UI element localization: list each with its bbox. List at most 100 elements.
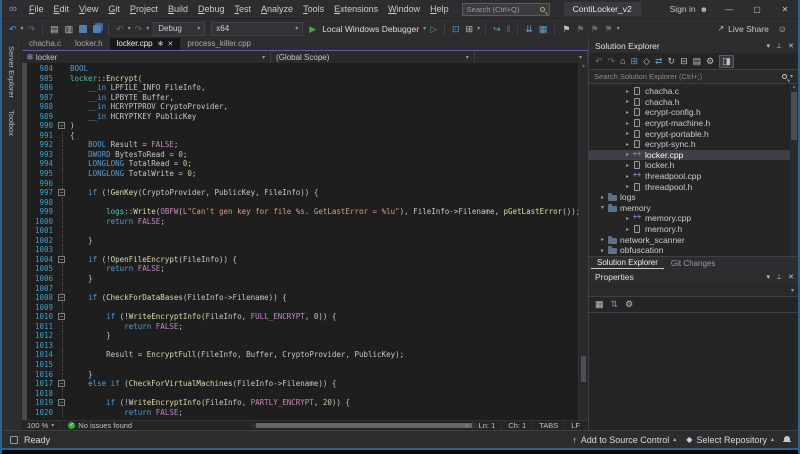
- properties-options-icon[interactable]: ▾: [767, 273, 771, 281]
- pin-icon[interactable]: ⊥: [776, 42, 782, 50]
- panel-close-icon[interactable]: ✕: [788, 42, 794, 50]
- code-line[interactable]: 1002 }: [27, 236, 578, 246]
- code-line[interactable]: 1005 return FALSE;: [27, 264, 578, 274]
- se-back-icon[interactable]: ↶: [595, 56, 603, 67]
- fold-collapse-icon[interactable]: −: [58, 189, 65, 196]
- tree-scrollbar-thumb[interactable]: [791, 92, 797, 140]
- editor-vertical-scrollbar[interactable]: ▾: [578, 63, 588, 420]
- code-line[interactable]: 989 __in HCRYPTKEY PublicKey: [27, 112, 578, 122]
- se-forward-icon[interactable]: ↷: [608, 56, 616, 67]
- doc-tab-process_killer.cpp[interactable]: process_killer.cpp: [180, 38, 258, 50]
- tree-item-memory.cpp[interactable]: ▸++memory.cpp: [589, 213, 798, 224]
- tree-item-locker.h[interactable]: ▸locker.h: [589, 160, 798, 171]
- expand-arrow-icon[interactable]: ▸: [623, 109, 632, 116]
- step-over-icon[interactable]: ▦: [536, 20, 551, 38]
- menu-test[interactable]: Test: [230, 0, 257, 18]
- menu-help[interactable]: Help: [425, 0, 454, 18]
- expand-arrow-icon[interactable]: ▸: [623, 120, 632, 127]
- tree-item-ecrypt-config.h[interactable]: ▸ecrypt-config.h: [589, 107, 798, 118]
- pause-icon[interactable]: ‖: [504, 20, 514, 38]
- menu-view[interactable]: View: [74, 0, 103, 18]
- code-line[interactable]: 1020 return FALSE;: [27, 408, 578, 418]
- select-repository-button[interactable]: ◆ Select Repository ▴: [686, 435, 774, 445]
- code-line[interactable]: 1015: [27, 360, 578, 370]
- solution-search-input[interactable]: Search Solution Explorer (Ctrl+;) ▾: [589, 70, 798, 84]
- code-line[interactable]: 990−): [27, 121, 578, 131]
- health-status[interactable]: No issues found: [78, 421, 132, 430]
- code-line[interactable]: 996: [27, 179, 578, 189]
- expand-arrow-icon[interactable]: ▸: [623, 162, 632, 169]
- undo-icon[interactable]: ↶: [113, 20, 127, 38]
- code-line[interactable]: 1010− if (!WriteEncryptInfo(FileInfo, FU…: [27, 312, 578, 322]
- expand-arrow-icon[interactable]: ▸: [598, 236, 607, 243]
- prev-bookmark-icon[interactable]: ⚑: [574, 20, 588, 38]
- start-without-debugging-icon[interactable]: ▷: [427, 20, 440, 38]
- navigate-back-icon[interactable]: ↶: [6, 20, 20, 38]
- editor-horizontal-scrollbar[interactable]: [252, 423, 478, 428]
- minimize-button[interactable]: —: [722, 5, 736, 14]
- tree-item-memory[interactable]: ▾memory: [589, 203, 798, 214]
- notifications-bell-icon[interactable]: [784, 436, 790, 441]
- menu-file[interactable]: File: [24, 0, 49, 18]
- sign-in-button[interactable]: Sign in ☻: [670, 4, 708, 14]
- tree-item-ecrypt-machine.h[interactable]: ▸ecrypt-machine.h: [589, 118, 798, 129]
- run-button-label[interactable]: Local Windows Debugger: [322, 24, 419, 34]
- categorized-icon[interactable]: ▦: [595, 299, 604, 310]
- redo-icon[interactable]: ↷: [132, 20, 146, 38]
- code-line[interactable]: 1000 return FALSE;: [27, 217, 578, 227]
- expand-arrow-icon[interactable]: ▸: [623, 141, 632, 148]
- code-line[interactable]: 1006 }: [27, 274, 578, 284]
- code-line[interactable]: 1013: [27, 341, 578, 351]
- feedback-icon[interactable]: ☺: [775, 20, 790, 38]
- menu-build[interactable]: Build: [163, 0, 193, 18]
- redo-caret-icon[interactable]: ▾: [145, 25, 150, 32]
- code-line[interactable]: 997− if (!GenKey(CryptoProvider, PublicK…: [27, 188, 578, 198]
- doc-tab-locker.cpp[interactable]: locker.cpp✱✕: [110, 38, 181, 50]
- code-line[interactable]: 1019− if (!WriteEncryptInfo(FileInfo, PA…: [27, 398, 578, 408]
- expand-arrow-icon[interactable]: ▸: [623, 226, 632, 233]
- symbol-dropdown[interactable]: ⊞locker ▾: [22, 51, 271, 63]
- fold-collapse-icon[interactable]: −: [58, 294, 65, 301]
- alphabetical-icon[interactable]: ⇅: [611, 299, 619, 310]
- menu-debug[interactable]: Debug: [193, 0, 230, 18]
- code-line[interactable]: 986 __in LPFILE_INFO FileInfo,: [27, 83, 578, 93]
- expand-arrow-icon[interactable]: ▸: [623, 88, 632, 95]
- code-line[interactable]: 999 logs::Write(OBFW(L"Can't gen key for…: [27, 207, 578, 217]
- tree-item-threadpool.cpp[interactable]: ▸++threadpool.cpp: [589, 171, 798, 182]
- platform-dropdown[interactable]: x64▾: [211, 22, 303, 36]
- bookmark-caret-icon[interactable]: ▾: [616, 25, 621, 32]
- close-button[interactable]: ✕: [778, 5, 792, 14]
- tree-item-ecrypt-sync.h[interactable]: ▸ecrypt-sync.h: [589, 139, 798, 150]
- menu-extensions[interactable]: Extensions: [329, 0, 383, 18]
- code-line[interactable]: 1009: [27, 303, 578, 313]
- doc-tab-chacha.c[interactable]: chacha.c: [22, 38, 68, 50]
- step-into-icon[interactable]: ⇊: [522, 20, 536, 38]
- code-line[interactable]: 984BOOL: [27, 64, 578, 74]
- panel-options-icon[interactable]: ▾: [767, 42, 771, 50]
- refresh-icon[interactable]: ↻: [668, 56, 676, 67]
- tree-item-chacha.c[interactable]: ▸chacha.c: [589, 86, 798, 97]
- scroll-right-icon[interactable]: ▸: [463, 422, 472, 429]
- code-line[interactable]: 993 DWORD BytesToRead = 0;: [27, 150, 578, 160]
- eol-indicator[interactable]: LF: [564, 421, 586, 430]
- live-share-button[interactable]: ↗ Live Share: [717, 24, 768, 34]
- save-all-icon[interactable]: [93, 25, 101, 33]
- tab-git-changes[interactable]: Git Changes: [665, 258, 721, 269]
- code-line[interactable]: 1007: [27, 284, 578, 294]
- tree-item-chacha.h[interactable]: ▸chacha.h: [589, 97, 798, 108]
- collapse-all-icon[interactable]: ⊟: [680, 56, 688, 67]
- tree-scrollbar[interactable]: ▴: [790, 84, 798, 256]
- properties-wrench-icon[interactable]: ⚙: [706, 56, 714, 67]
- fold-collapse-icon[interactable]: −: [58, 256, 65, 263]
- bookmark-list-icon[interactable]: ⚑: [602, 20, 616, 38]
- tree-item-memory.h[interactable]: ▸memory.h: [589, 224, 798, 235]
- code-line[interactable]: 992 BOOL Result = FALSE;: [27, 140, 578, 150]
- code-line[interactable]: 1011 return FALSE;: [27, 322, 578, 332]
- menu-edit[interactable]: Edit: [49, 0, 75, 18]
- bookmark-icon[interactable]: ⚑: [559, 20, 573, 38]
- fold-collapse-icon[interactable]: −: [58, 122, 65, 129]
- add-to-source-control-button[interactable]: ↑ Add to Source Control ▴: [572, 435, 676, 445]
- zoom-dropdown[interactable]: 100 % ▾: [22, 421, 60, 430]
- doc-tab-locker.h[interactable]: locker.h: [68, 38, 110, 50]
- properties-close-icon[interactable]: ✕: [788, 273, 794, 281]
